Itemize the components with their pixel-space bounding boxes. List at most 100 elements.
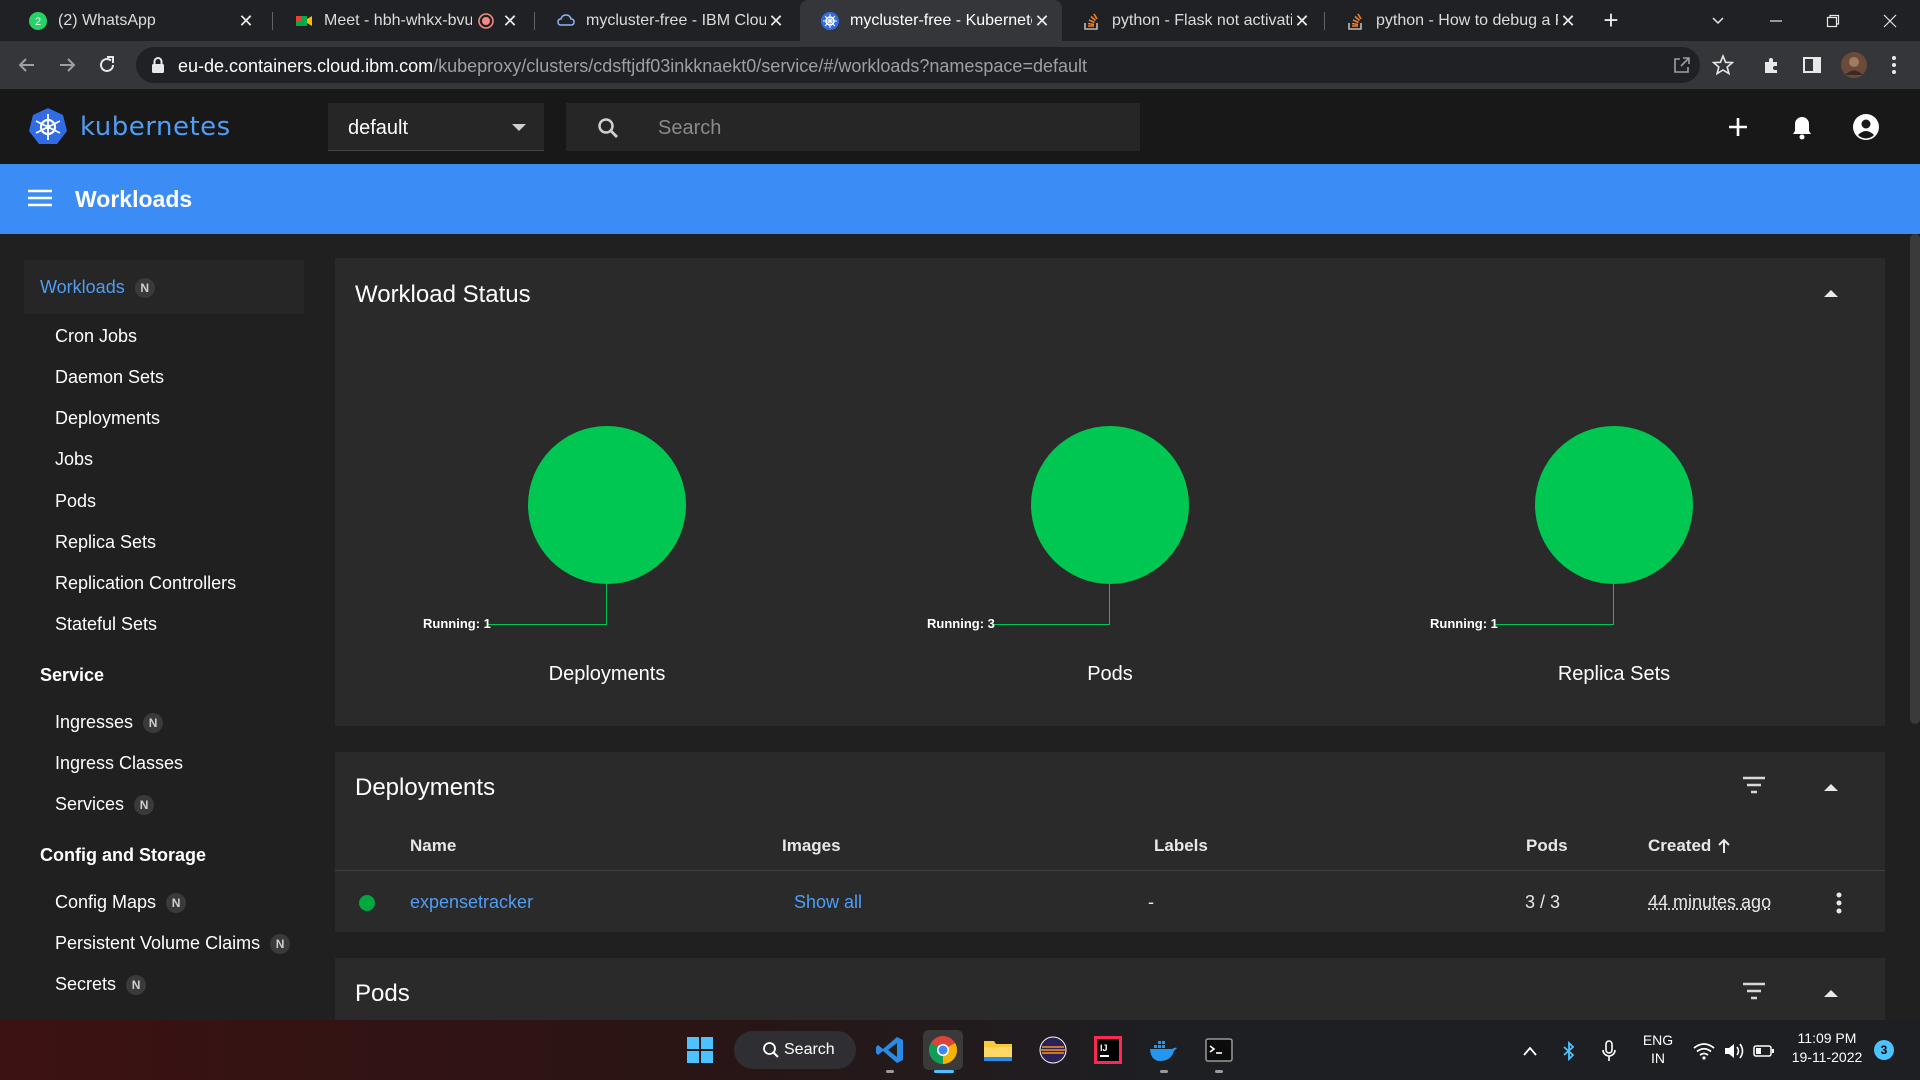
sidebar-item-services[interactable]: Services N (55, 794, 155, 815)
extensions-icon[interactable] (1760, 53, 1784, 77)
deployment-labels: - (1148, 892, 1154, 912)
close-icon[interactable]: ✕ (236, 11, 256, 31)
svg-text:2: 2 (35, 16, 41, 28)
search-icon (762, 1041, 780, 1059)
sidebar-item-pods[interactable]: Pods (55, 491, 96, 512)
more-vert-icon[interactable] (1882, 53, 1906, 77)
chevron-up-icon[interactable] (1519, 1040, 1541, 1062)
tab-whatsapp[interactable]: 2 (2) WhatsApp ✕ (8, 0, 266, 41)
collapse-icon[interactable] (1824, 990, 1838, 997)
close-icon[interactable]: ✕ (1032, 11, 1052, 31)
bookmark-star-icon[interactable] (1711, 53, 1735, 77)
notifications-bell-icon[interactable] (1788, 113, 1816, 141)
close-window-button[interactable] (1862, 0, 1918, 41)
forward-arrow-icon[interactable] (52, 50, 82, 80)
menu-icon[interactable] (28, 188, 52, 208)
sidebar-item-label: Secrets (55, 974, 117, 994)
pods-card: Pods (335, 958, 1885, 1020)
tab-search-icon[interactable] (1690, 0, 1746, 41)
tab-stackoverflow-debug[interactable]: python - How to debug a F ✕ (1326, 0, 1588, 41)
tab-title: Meet - hbh-whkx-bvu (324, 11, 472, 29)
deployment-pods: 3 / 3 (1525, 892, 1561, 912)
language-indicator[interactable]: ENG IN (1640, 1032, 1676, 1066)
svg-text:IJ: IJ (1100, 1043, 1108, 1053)
sidebar-section-service[interactable]: Service (40, 665, 104, 686)
close-icon[interactable]: ✕ (1292, 11, 1312, 31)
volume-icon[interactable] (1723, 1040, 1745, 1062)
wifi-icon[interactable] (1693, 1040, 1715, 1062)
table-divider (335, 870, 1885, 871)
share-icon[interactable] (1670, 53, 1694, 77)
app-header: kubernetes default Search (0, 89, 1920, 164)
close-icon[interactable]: ✕ (766, 11, 786, 31)
new-badge: N (166, 892, 187, 913)
sidebar-item-persistent-volume-claims[interactable]: Persistent Volume Claims N (55, 933, 291, 954)
sidebar-item-cron-jobs[interactable]: Cron Jobs (55, 326, 137, 347)
new-badge: N (143, 712, 164, 733)
running-indicator (1215, 1070, 1223, 1073)
taskbar-search-button[interactable]: Search (734, 1031, 856, 1069)
sidebar-item-label: Jobs (55, 449, 94, 469)
brand-logo[interactable]: kubernetes (28, 107, 231, 147)
namespace-select[interactable]: default (328, 103, 544, 151)
sidebar-section-config-and-storage[interactable]: Config and Storage (40, 845, 206, 866)
chrome-icon[interactable] (923, 1030, 963, 1070)
clock[interactable]: 11:09 PM 19-11-2022 (1786, 1030, 1868, 1065)
sidebar-item-daemon-sets[interactable]: Daemon Sets (55, 367, 164, 388)
file-explorer-icon[interactable] (978, 1030, 1018, 1070)
sidebar-item-replica-sets[interactable]: Replica Sets (55, 532, 156, 553)
terminal-icon[interactable] (1199, 1030, 1239, 1070)
title-bar: Workloads (0, 164, 1920, 234)
deployment-name-link[interactable]: expensetracker (410, 892, 533, 913)
close-icon[interactable]: ✕ (500, 11, 520, 31)
search-input[interactable]: Search (566, 103, 1140, 151)
vscode-icon[interactable] (870, 1030, 910, 1070)
windows-start-icon[interactable] (680, 1030, 720, 1070)
row-actions-more-icon[interactable] (1836, 892, 1842, 914)
sidebar-item-jobs[interactable]: Jobs (55, 449, 93, 470)
column-header-labels: Labels (1154, 836, 1208, 855)
column-header-created[interactable]: Created (1648, 836, 1731, 856)
tab-ibm-cloud[interactable]: mycluster-free - IBM Cloud ✕ (536, 0, 796, 41)
side-panel-icon[interactable] (1800, 53, 1824, 77)
eclipse-icon[interactable] (1033, 1030, 1073, 1070)
sidebar-item-config-maps[interactable]: Config Maps N (55, 892, 187, 913)
filter-icon[interactable] (1742, 982, 1766, 1000)
url-host: eu-de.containers.cloud.ibm.com (178, 56, 434, 76)
filter-icon[interactable] (1742, 776, 1766, 794)
battery-icon[interactable] (1753, 1040, 1775, 1062)
tab-separator (534, 12, 535, 30)
sidebar-item-deployments[interactable]: Deployments (55, 408, 160, 429)
new-tab-button[interactable]: + (1598, 7, 1624, 34)
docker-icon[interactable] (1143, 1030, 1183, 1070)
collapse-icon[interactable] (1824, 290, 1838, 297)
column-header-name[interactable]: Name (410, 836, 456, 856)
account-circle-icon[interactable] (1852, 113, 1880, 141)
notification-count-badge[interactable]: 3 (1874, 1040, 1894, 1060)
intellij-icon[interactable]: IJ (1088, 1030, 1128, 1070)
page-scrollbar[interactable] (1910, 234, 1920, 724)
sidebar-item-ingress-classes[interactable]: Ingress Classes (55, 753, 183, 774)
address-bar[interactable]: eu-de.containers.cloud.ibm.com/kubeproxy… (136, 47, 1700, 83)
restore-button[interactable] (1805, 0, 1861, 41)
sidebar-item-secrets[interactable]: Secrets N (55, 974, 147, 995)
show-all-images-link[interactable]: Show all (794, 892, 862, 913)
close-icon[interactable]: ✕ (1558, 11, 1578, 31)
sidebar-item-workloads[interactable]: Workloads N (40, 277, 155, 298)
sidebar-item-replication-controllers[interactable]: Replication Controllers (55, 573, 236, 594)
chart-leader-line (606, 584, 607, 624)
bluetooth-icon[interactable] (1558, 1040, 1580, 1062)
tab-kubernetes[interactable]: mycluster-free - Kubernetes ✕ (800, 0, 1062, 41)
reload-icon[interactable] (92, 50, 122, 80)
profile-avatar[interactable] (1840, 51, 1868, 79)
tab-stackoverflow-flask[interactable]: python - Flask not activating ✕ (1062, 0, 1322, 41)
microphone-icon[interactable] (1598, 1040, 1620, 1062)
lock-icon[interactable] (150, 56, 166, 74)
tab-meet[interactable]: Meet - hbh-whkx-bvu ✕ (274, 0, 530, 41)
sidebar-item-ingresses[interactable]: Ingresses N (55, 712, 164, 733)
add-icon[interactable] (1724, 113, 1752, 141)
minimize-button[interactable] (1748, 0, 1804, 41)
sidebar-item-stateful-sets[interactable]: Stateful Sets (55, 614, 157, 635)
back-arrow-icon[interactable] (12, 50, 42, 80)
collapse-icon[interactable] (1824, 784, 1838, 791)
